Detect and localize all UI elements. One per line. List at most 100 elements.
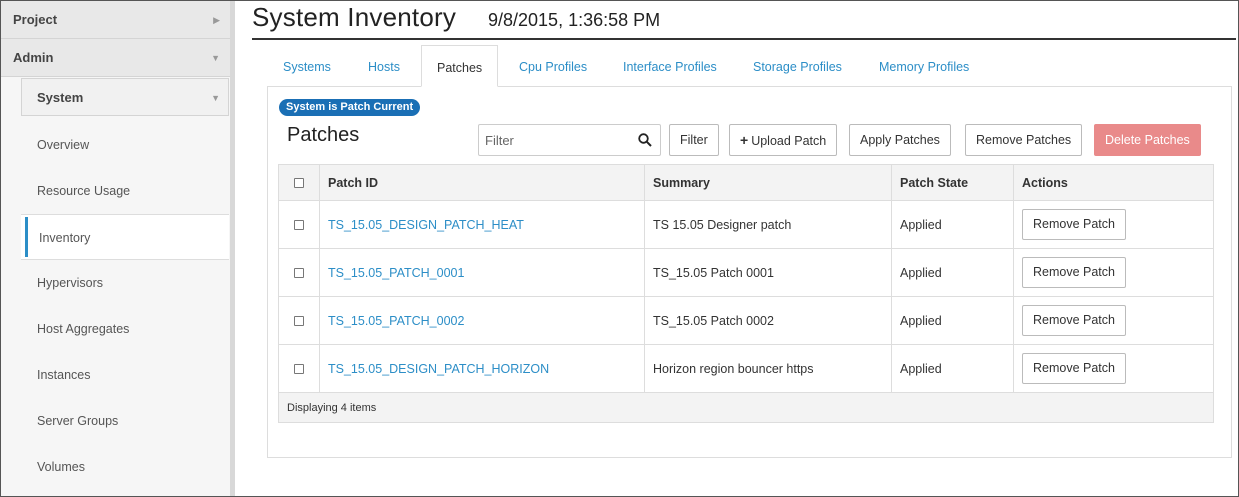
upload-patch-label: Upload Patch (751, 134, 827, 148)
sidebar-item-label: Host Aggregates (37, 322, 130, 336)
remove-patch-button[interactable]: Remove Patch (1022, 353, 1126, 384)
sidebar-project-header[interactable]: Project ▶ (1, 1, 230, 39)
delete-patches-button[interactable]: Delete Patches (1094, 124, 1201, 156)
status-badge: System is Patch Current (279, 99, 421, 116)
column-header-patch-id[interactable]: Patch ID (319, 164, 645, 201)
patches-table: Patch ID Summary Patch State Actions TS_… (278, 164, 1214, 423)
patch-id-link[interactable]: TS_15.05_DESIGN_PATCH_HEAT (328, 218, 524, 232)
apply-patches-button[interactable]: Apply Patches (849, 124, 951, 156)
summary-cell: TS_15.05 Patch 0001 (644, 248, 892, 297)
sidebar-item-volumes[interactable]: Volumes (21, 444, 229, 490)
patch-state-cell: Applied (891, 248, 1014, 297)
sidebar-item-inventory[interactable]: Inventory (21, 214, 229, 260)
patch-id-cell: TS_15.05_DESIGN_PATCH_HORIZON (319, 344, 645, 393)
remove-patches-label: Remove Patches (976, 133, 1072, 147)
table-row: TS_15.05_DESIGN_PATCH_HEAT TS 15.05 Desi… (278, 200, 1214, 249)
item-count: Displaying 4 items (278, 392, 1214, 423)
remove-patch-button[interactable]: Remove Patch (1022, 209, 1126, 240)
remove-patch-button[interactable]: Remove Patch (1022, 257, 1126, 288)
sidebar-admin-header[interactable]: Admin ▼ (1, 39, 230, 77)
main-content: System Inventory 9/8/2015, 1:36:58 PM Sy… (236, 0, 1238, 497)
actions-cell: Remove Patch (1013, 200, 1214, 249)
sidebar-item-label: Inventory (39, 231, 91, 245)
sidebar-item-label: Instances (37, 368, 91, 382)
actions-cell: Remove Patch (1013, 296, 1214, 345)
delete-patches-label: Delete Patches (1105, 133, 1190, 147)
chevron-down-icon: ▼ (211, 93, 220, 103)
sidebar-system-header[interactable]: System ▼ (21, 78, 229, 116)
row-checkbox[interactable] (294, 364, 304, 375)
patch-id-cell: TS_15.05_PATCH_0002 (319, 296, 645, 345)
sidebar-item-label: Volumes (37, 460, 85, 474)
patch-state-cell: Applied (891, 296, 1014, 345)
plus-icon: + (740, 132, 749, 148)
sidebar-scrollbar[interactable] (230, 1, 235, 496)
sidebar-item-host-aggregates[interactable]: Host Aggregates (21, 306, 229, 352)
actions-cell: Remove Patch (1013, 248, 1214, 297)
table-row: TS_15.05_PATCH_0002 TS_15.05 Patch 0002 … (278, 296, 1214, 345)
sidebar-admin-label: Admin (13, 50, 54, 65)
chevron-right-icon: ▶ (213, 15, 220, 25)
select-all-checkbox[interactable] (294, 178, 304, 189)
filter-button-label: Filter (680, 133, 708, 147)
tab-interface-profiles[interactable]: Interface Profiles (623, 45, 717, 87)
panel-title: Patches (287, 124, 360, 146)
filter-button[interactable]: Filter (669, 124, 719, 156)
row-select-cell (278, 296, 320, 345)
column-header-summary[interactable]: Summary (644, 164, 892, 201)
column-header-patch-state[interactable]: Patch State (891, 164, 1014, 201)
tab-systems[interactable]: Systems (283, 45, 331, 87)
table-footer-row: Displaying 4 items (278, 392, 1214, 423)
sidebar: Project ▶ Admin ▼ System ▼ Overview Reso… (1, 1, 230, 496)
row-select-cell (278, 248, 320, 297)
summary-cell: TS 15.05 Designer patch (644, 200, 892, 249)
sidebar-system-items: Overview Resource Usage Inventory Hyperv… (21, 122, 229, 490)
remove-patch-button[interactable]: Remove Patch (1022, 305, 1126, 336)
sidebar-item-instances[interactable]: Instances (21, 352, 229, 398)
select-all-cell (278, 164, 320, 201)
summary-cell: Horizon region bouncer https (644, 344, 892, 393)
page-timestamp: 9/8/2015, 1:36:58 PM (488, 10, 661, 30)
tab-cpu-profiles[interactable]: Cpu Profiles (519, 45, 587, 87)
patch-state-cell: Applied (891, 200, 1014, 249)
tab-storage-profiles[interactable]: Storage Profiles (753, 45, 842, 87)
sidebar-item-overview[interactable]: Overview (21, 122, 229, 168)
filter-field[interactable] (478, 124, 661, 156)
patch-id-link[interactable]: TS_15.05_DESIGN_PATCH_HORIZON (328, 362, 549, 376)
sidebar-item-label: Hypervisors (37, 276, 103, 290)
tab-hosts[interactable]: Hosts (368, 45, 400, 87)
sidebar-item-hypervisors[interactable]: Hypervisors (21, 260, 229, 306)
patch-id-link[interactable]: TS_15.05_PATCH_0002 (328, 314, 464, 328)
row-checkbox[interactable] (294, 220, 304, 231)
patch-id-link[interactable]: TS_15.05_PATCH_0001 (328, 266, 464, 280)
patch-state-cell: Applied (891, 344, 1014, 393)
actions-cell: Remove Patch (1013, 344, 1214, 393)
row-select-cell (278, 344, 320, 393)
patch-id-cell: TS_15.05_DESIGN_PATCH_HEAT (319, 200, 645, 249)
sidebar-item-server-groups[interactable]: Server Groups (21, 398, 229, 444)
chevron-down-icon: ▼ (211, 53, 220, 63)
upload-patch-button[interactable]: + Upload Patch (729, 124, 838, 156)
sidebar-item-resource-usage[interactable]: Resource Usage (21, 168, 229, 214)
tab-patches[interactable]: Patches (421, 45, 499, 87)
tab-memory-profiles[interactable]: Memory Profiles (879, 45, 969, 87)
sidebar-item-label: Resource Usage (37, 184, 131, 198)
patch-id-cell: TS_15.05_PATCH_0001 (319, 248, 645, 297)
row-checkbox[interactable] (294, 316, 304, 327)
apply-patches-label: Apply Patches (860, 133, 940, 147)
row-checkbox[interactable] (294, 268, 304, 279)
filter-input[interactable] (479, 125, 629, 155)
column-header-actions: Actions (1013, 164, 1214, 201)
remove-patches-button[interactable]: Remove Patches (965, 124, 1083, 156)
summary-cell: TS_15.05 Patch 0002 (644, 296, 892, 345)
sidebar-system-label: System (37, 90, 84, 105)
page-title: System Inventory (252, 2, 457, 32)
table-row: TS_15.05_DESIGN_PATCH_HORIZON Horizon re… (278, 344, 1214, 393)
table-header-row: Patch ID Summary Patch State Actions (278, 164, 1214, 201)
search-icon[interactable] (638, 133, 652, 147)
row-select-cell (278, 200, 320, 249)
patches-panel: System is Patch Current Patches Filter +… (267, 86, 1232, 458)
sidebar-item-label: Overview (37, 138, 90, 152)
sidebar-project-label: Project (13, 12, 58, 27)
table-row: TS_15.05_PATCH_0001 TS_15.05 Patch 0001 … (278, 248, 1214, 297)
